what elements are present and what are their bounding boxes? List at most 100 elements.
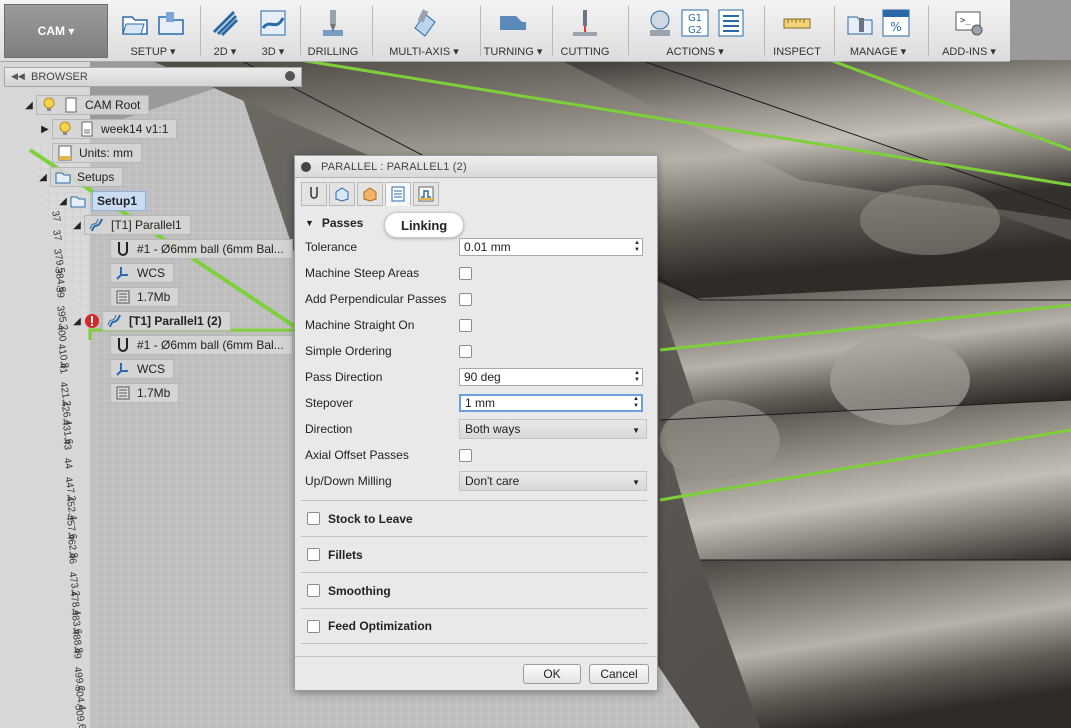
2d-group[interactable]: 2D ▾ — [202, 4, 248, 60]
ordering-checkbox[interactable] — [459, 344, 472, 358]
pass-direction-input[interactable]: 90 deg ▲ ▼ — [459, 368, 643, 386]
direction-select[interactable]: Both ways ▼ — [459, 419, 647, 439]
steep-checkbox[interactable] — [459, 266, 472, 280]
setup-group[interactable]: SETUP ▾ — [110, 4, 196, 60]
tree-item-label: Units: mm — [79, 146, 133, 160]
scripts-icon: >_ — [955, 11, 983, 36]
inspect-group[interactable]: INSPECT — [766, 4, 828, 60]
tree-item-wcs[interactable]: WCS — [110, 359, 174, 379]
inspect-label: INSPECT — [773, 46, 821, 58]
tree-item-label: [T1] Parallel1 — [111, 218, 182, 232]
dialog-footer: OK Cancel — [295, 656, 657, 690]
drilling-group[interactable]: DRILLING — [302, 4, 364, 60]
updown-select[interactable]: Don't care ▼ — [459, 471, 647, 491]
tree-item-size[interactable]: 1.7Mb — [110, 287, 180, 307]
lightbulb-icon[interactable] — [41, 97, 57, 113]
dialog-title: PARALLEL : PARALLEL1 (2) — [321, 160, 467, 173]
passes-section-header[interactable]: ▼ Passes — [305, 216, 363, 230]
expand-arrow-icon[interactable]: ▶ — [38, 124, 52, 135]
post-process-icon: G1G2 — [681, 9, 709, 37]
perpendicular-checkbox[interactable] — [459, 292, 472, 306]
tolerance-row: Tolerance 0.01 mm ▲ ▼ — [305, 237, 649, 257]
tree-item-tool[interactable]: #1 - Ø6mm ball (6mm Bal... — [110, 335, 293, 355]
tree-item-component[interactable]: ▶ week14 v1:1 — [38, 119, 178, 139]
3d-group[interactable]: 3D ▾ — [250, 4, 296, 60]
actions-group[interactable]: G1 G2 ACTIONS ▾ — [630, 4, 760, 60]
svg-text:>_: >_ — [960, 16, 971, 26]
tree-item-units[interactable]: Units: mm — [52, 143, 142, 163]
ruler-tick-label: 43 — [59, 438, 73, 451]
tab-passes[interactable] — [385, 182, 411, 206]
straight-on-checkbox[interactable] — [459, 318, 472, 332]
browser-minimize-icon[interactable] — [285, 71, 295, 81]
turning-label: TURNING — [483, 46, 534, 58]
collapse-arrow-icon[interactable]: ◢ — [56, 196, 70, 207]
collapse-browser-icon[interactable]: ◀◀ — [11, 71, 25, 82]
dialog-title-bar[interactable]: PARALLEL : PARALLEL1 (2) — [295, 156, 657, 178]
cutting-label: CUTTING — [560, 46, 610, 58]
fillets-label: Fillets — [328, 547, 363, 562]
browser-title: BROWSER — [31, 71, 88, 83]
component-icon — [81, 121, 93, 137]
tree-item-setups[interactable]: ◢ Setups — [36, 167, 124, 187]
stock-to-leave-checkbox[interactable] — [307, 512, 320, 525]
tree-item-operation-2[interactable]: ◢ [T1] Parallel1 (2) — [70, 311, 231, 331]
axial-offset-checkbox[interactable] — [459, 448, 472, 462]
straight-on-row: Machine Straight On — [305, 315, 649, 335]
tree-item-label: Setup1 — [97, 194, 138, 208]
workspace-switcher[interactable]: CAM ▾ — [4, 4, 108, 58]
pass-direction-value: 90 deg — [464, 370, 501, 384]
cancel-button[interactable]: Cancel — [589, 664, 649, 684]
stepover-spinner[interactable]: ▲ ▼ — [633, 396, 639, 410]
tab-tool[interactable] — [301, 182, 327, 206]
setup-label: SETUP — [130, 46, 167, 58]
add-ins-label: ADD-INS — [942, 46, 988, 58]
tab-linking[interactable] — [413, 182, 439, 206]
ruler-tick-label: 39 — [52, 286, 66, 299]
cam-toolbar: CAM ▾ SETUP ▾ 2D ▾ 3D ▾ DRILLING MULTI-A… — [0, 0, 1010, 62]
tree-item-label: [T1] Parallel1 (2) — [129, 314, 222, 328]
parallel-toolpath-icon — [89, 218, 103, 232]
tree-item-operation-1[interactable]: ◢ [T1] Parallel1 — [70, 215, 191, 235]
feed-optimization-group[interactable]: Feed Optimization — [301, 608, 647, 644]
tab-geometry[interactable] — [329, 182, 355, 206]
tree-item-label: WCS — [137, 362, 165, 376]
manage-group[interactable]: % MANAGE ▾ — [836, 4, 920, 60]
tree-item-size[interactable]: 1.7Mb — [110, 383, 180, 403]
cutting-group[interactable]: CUTTING — [554, 4, 616, 60]
collapse-arrow-icon[interactable]: ◢ — [36, 172, 50, 183]
collapse-arrow-icon[interactable]: ◢ — [70, 220, 84, 231]
fillets-group[interactable]: Fillets — [301, 536, 647, 572]
lightbulb-icon[interactable] — [57, 121, 73, 137]
smoothing-group[interactable]: Smoothing — [301, 572, 647, 608]
collapse-arrow-icon[interactable]: ◢ — [22, 100, 36, 111]
tolerance-spinner[interactable]: ▲ ▼ — [634, 239, 640, 255]
tab-heights[interactable] — [357, 182, 383, 206]
fillets-checkbox[interactable] — [307, 548, 320, 561]
tree-item-setup1[interactable]: ◢ Setup1 — [56, 191, 147, 211]
ok-button[interactable]: OK — [523, 664, 581, 684]
dialog-collapse-icon[interactable] — [301, 162, 311, 172]
feed-optimization-checkbox[interactable] — [307, 619, 320, 633]
add-ins-group[interactable]: >_ ADD-INS ▾ — [930, 4, 1008, 60]
svg-text:G1: G1 — [688, 13, 702, 24]
feed-optimization-label: Feed Optimization — [328, 619, 433, 633]
stepover-input[interactable]: 1 mm ▲ ▼ — [459, 394, 643, 412]
template-library-icon: % — [882, 9, 910, 37]
multi-axis-group[interactable]: MULTI-AXIS ▾ — [374, 4, 474, 60]
pass-direction-spinner[interactable]: ▲ ▼ — [634, 369, 640, 385]
tree-item-cam-root[interactable]: ◢ CAM Root — [22, 95, 150, 115]
tree-item-tool[interactable]: #1 - Ø6mm ball (6mm Bal... — [110, 239, 293, 259]
dialog-tabs — [301, 182, 439, 206]
turning-group[interactable]: TURNING ▾ — [482, 4, 544, 60]
tolerance-input[interactable]: 0.01 mm ▲ ▼ — [459, 238, 643, 256]
smoothing-checkbox[interactable] — [307, 584, 320, 597]
svg-text:G2: G2 — [688, 25, 702, 36]
tree-item-label: CAM Root — [85, 98, 141, 112]
stock-to-leave-group[interactable]: Stock to Leave — [301, 500, 647, 536]
collapse-arrow-icon[interactable]: ◢ — [70, 316, 84, 327]
direction-row: Direction Both ways ▼ — [305, 419, 649, 439]
ordering-row: Simple Ordering — [305, 341, 649, 361]
toolpath-data-icon — [116, 386, 130, 400]
tree-item-wcs[interactable]: WCS — [110, 263, 174, 283]
